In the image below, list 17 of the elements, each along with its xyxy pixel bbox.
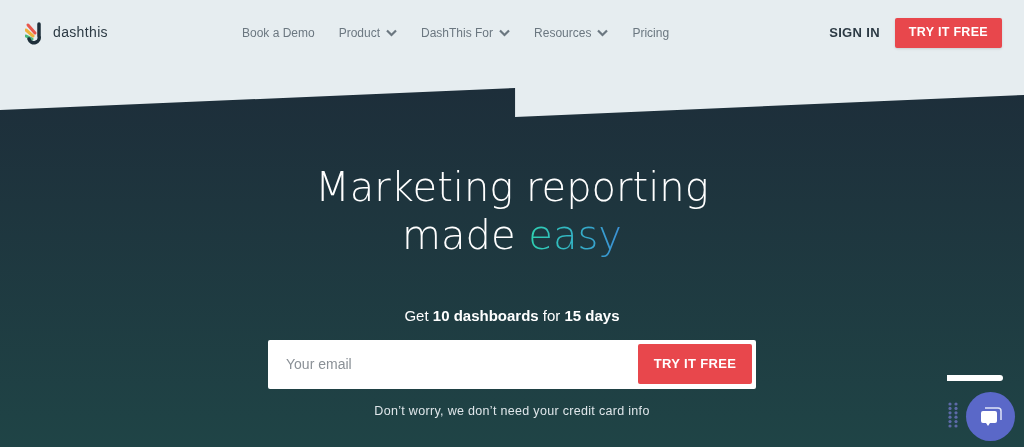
offer-text: Get 10 dashboards for 15 days	[404, 306, 620, 326]
chat-icon	[979, 405, 1002, 428]
try-it-free-button[interactable]: TRY IT FREE	[894, 17, 1002, 48]
nav-link[interactable]: Resources	[534, 23, 609, 42]
nav-link[interactable]: Pricing	[632, 23, 670, 42]
headline: Marketing reporting	[315, 163, 709, 211]
logo-text: dashthis	[53, 23, 108, 42]
nav-link[interactable]: Book a Demo	[241, 23, 315, 42]
nav-link[interactable]: Product	[338, 23, 397, 42]
sign-in-link[interactable]: SIGN IN	[829, 22, 880, 43]
notification-bar	[947, 375, 1003, 381]
email-field[interactable]: Your email TRY IT FREE	[268, 339, 756, 389]
grip-icon	[948, 402, 958, 428]
try-it-free-button[interactable]: TRY IT FREE	[638, 344, 752, 384]
note-text: Don’t worry, we don’t need your credit card info	[374, 402, 650, 420]
headline: made	[402, 212, 516, 258]
nav-link[interactable]: DashThis For	[421, 23, 511, 42]
